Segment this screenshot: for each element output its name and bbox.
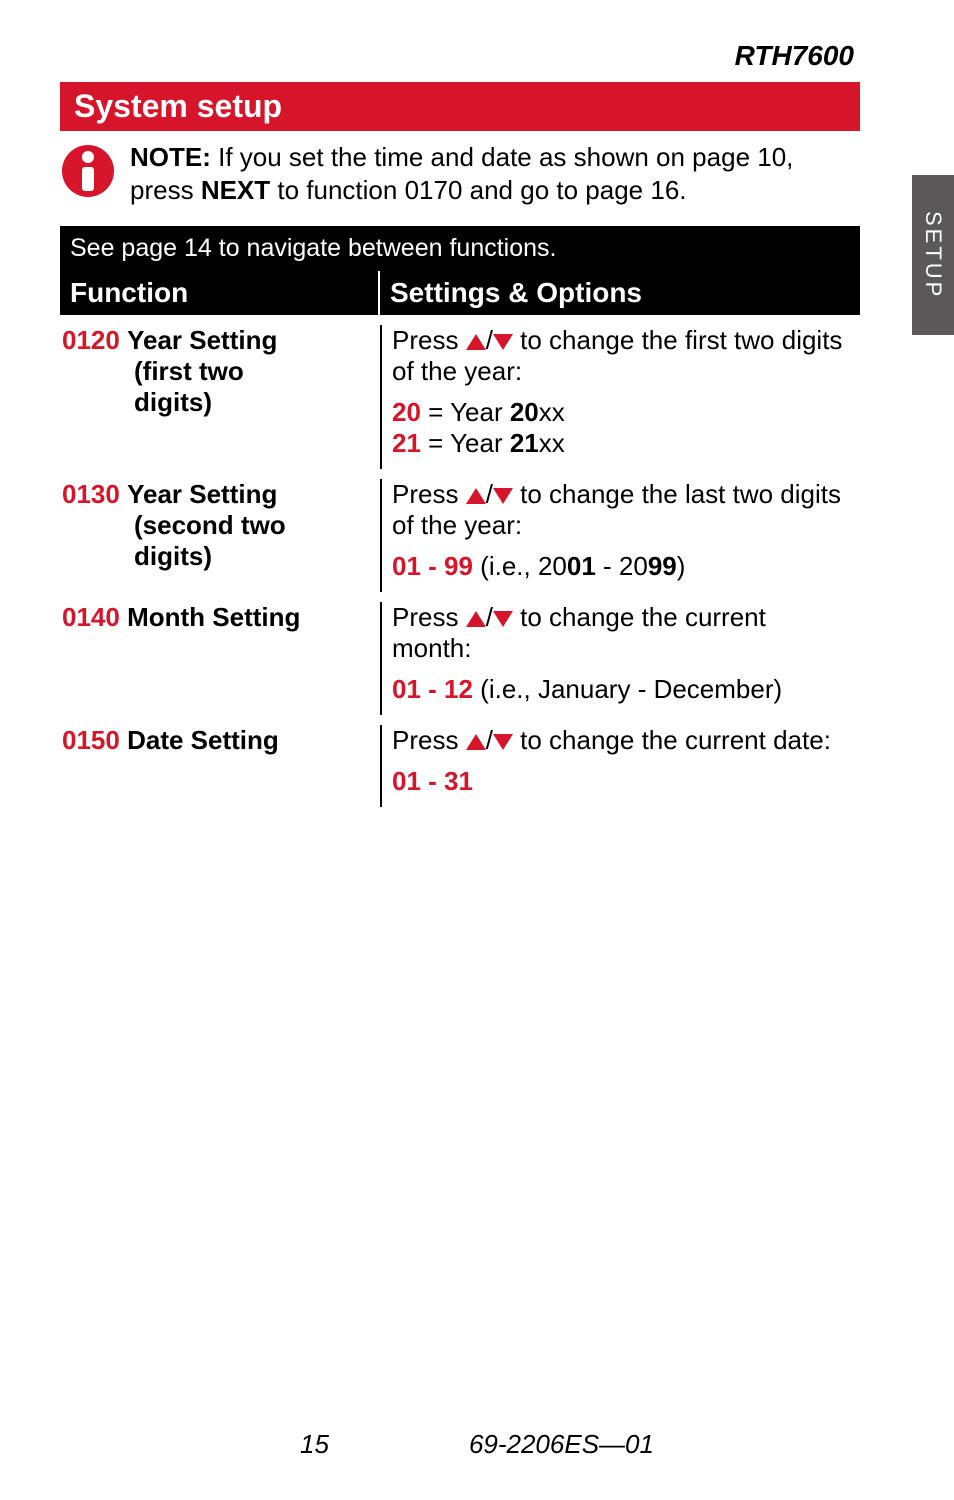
option-values: 01 - 12 (i.e., January - December)	[392, 674, 850, 705]
note-part2: to function 0170 and go to page 16.	[270, 175, 686, 205]
table-header: Function Settings & Options	[60, 271, 860, 315]
options-cell: Press / to change the first two digits o…	[380, 325, 860, 469]
function-name-line2: (first two	[62, 356, 370, 387]
table-row: 0150 Date Setting Press / to change the …	[60, 715, 860, 807]
opt-lead: Press	[392, 602, 466, 632]
document-number: 69-2206ES—01	[469, 1429, 654, 1460]
option-line: 20 = Year 20xx	[392, 397, 850, 428]
opt-lead: Press	[392, 479, 466, 509]
function-cell: 0150 Date Setting	[60, 725, 380, 807]
triangle-down-icon	[493, 334, 513, 350]
opt-tail: to change the current date:	[513, 725, 831, 755]
function-name: Date Setting	[127, 725, 279, 756]
options-cell: Press / to change the current date: 01 -…	[380, 725, 860, 807]
note-block: NOTE: If you set the time and date as sh…	[60, 131, 860, 226]
section-title: System setup	[60, 82, 860, 131]
opt-lead: Press	[392, 725, 466, 755]
range-dash: -	[421, 674, 444, 704]
function-code: 0130	[62, 479, 120, 510]
range-extra-close: )	[677, 551, 686, 581]
manual-page: RTH7600 System setup NOTE: If you set th…	[0, 0, 954, 1500]
function-cell: 0120 Year Setting (first two digits)	[60, 325, 380, 469]
function-cell: 0130 Year Setting (second two digits)	[60, 479, 380, 592]
note-label: NOTE:	[130, 142, 211, 172]
function-name-line3: digits)	[62, 387, 370, 418]
note-next: NEXT	[201, 175, 270, 205]
settings-table: 0120 Year Setting (first two digits) Pre…	[60, 315, 860, 807]
side-tab-setup: SETUP	[912, 175, 954, 335]
option-values: 01 - 31	[392, 766, 850, 797]
range-a: 01	[392, 551, 421, 581]
function-cell: 0140 Month Setting	[60, 602, 380, 715]
val-mid: = Year	[421, 428, 510, 458]
triangle-up-icon	[466, 488, 486, 504]
function-code: 0140	[62, 602, 120, 633]
function-code: 0150	[62, 725, 120, 756]
header-function: Function	[60, 271, 380, 315]
function-name: Year Setting	[127, 325, 277, 356]
table-row: 0120 Year Setting (first two digits) Pre…	[60, 315, 860, 469]
val-bold: 20	[510, 397, 539, 427]
range-a: 01	[392, 674, 421, 704]
range-a: 01	[392, 766, 421, 796]
range-extra-mid2: - 20	[596, 551, 648, 581]
val-mid: = Year	[421, 397, 510, 427]
range-dash: -	[421, 551, 444, 581]
navigation-note: See page 14 to navigate between function…	[60, 226, 860, 271]
options-cell: Press / to change the current month: 01 …	[380, 602, 860, 715]
function-code: 0120	[62, 325, 120, 356]
val-red: 21	[392, 428, 421, 458]
table-row: 0140 Month Setting Press / to change the…	[60, 592, 860, 715]
range-b: 12	[444, 674, 473, 704]
range-extra: (i.e., January - December)	[473, 674, 782, 704]
opt-lead: Press	[392, 325, 466, 355]
info-icon	[60, 143, 116, 199]
triangle-up-icon	[466, 734, 486, 750]
range-dash: -	[421, 766, 444, 796]
side-tab-label: SETUP	[920, 211, 946, 299]
option-values: 01 - 99 (i.e., 2001 - 2099)	[392, 551, 850, 582]
option-line: 21 = Year 21xx	[392, 428, 850, 459]
page-footer: 15 69-2206ES—01	[0, 1429, 954, 1460]
val-suffix: xx	[539, 397, 565, 427]
triangle-down-icon	[493, 488, 513, 504]
header-options: Settings & Options	[380, 271, 860, 315]
triangle-up-icon	[466, 334, 486, 350]
triangle-down-icon	[493, 734, 513, 750]
option-values: 20 = Year 20xx 21 = Year 21xx	[392, 397, 850, 459]
function-name: Year Setting	[127, 479, 277, 510]
range-b: 31	[444, 766, 473, 796]
range-extra-pre: (i.e., 20	[473, 551, 567, 581]
function-name-line3: digits)	[62, 541, 370, 572]
triangle-down-icon	[493, 611, 513, 627]
function-name: Month Setting	[127, 602, 300, 633]
range-b: 99	[444, 551, 473, 581]
range-extra-end: 99	[648, 551, 677, 581]
function-name-line2: (second two	[62, 510, 370, 541]
val-bold: 21	[510, 428, 539, 458]
table-row: 0130 Year Setting (second two digits) Pr…	[60, 469, 860, 592]
triangle-up-icon	[466, 611, 486, 627]
page-number: 15	[300, 1429, 329, 1460]
val-red: 20	[392, 397, 421, 427]
range-extra-mid: 01	[567, 551, 596, 581]
model-number: RTH7600	[60, 40, 914, 82]
val-suffix: xx	[539, 428, 565, 458]
options-cell: Press / to change the last two digits of…	[380, 479, 860, 592]
note-text: NOTE: If you set the time and date as sh…	[130, 141, 850, 206]
